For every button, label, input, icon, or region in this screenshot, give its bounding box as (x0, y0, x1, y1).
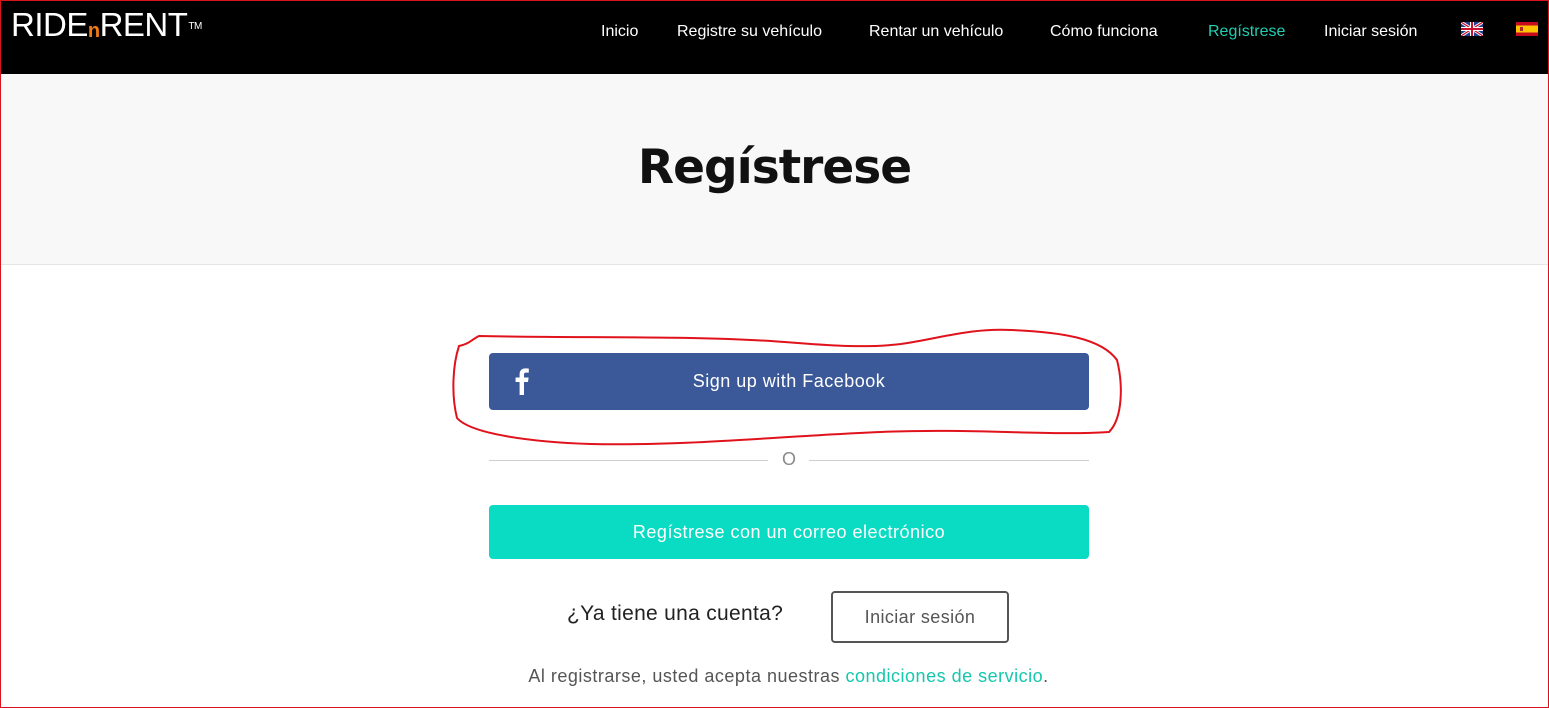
nav-link-inicio[interactable]: Inicio (601, 21, 638, 43)
nav-link-registre-vehiculo[interactable]: Registre su vehículo (677, 21, 822, 43)
separator-line-right (809, 460, 1089, 461)
spanish-flag-icon[interactable] (1516, 22, 1538, 36)
terms-suffix: . (1043, 666, 1049, 686)
terms-notice: Al registrarse, usted acepta nuestras co… (1, 666, 1548, 687)
hero-banner: Regístrese (1, 74, 1548, 265)
english-flag-icon[interactable] (1461, 22, 1483, 36)
uk-flag-graphic (1461, 22, 1483, 36)
terms-of-service-link[interactable]: condiciones de servicio (846, 666, 1044, 686)
top-nav-bar: RIDEnRENTTM Inicio Registre su vehículo … (1, 1, 1548, 74)
spain-flag-graphic (1516, 22, 1538, 36)
email-signup-button[interactable]: Regístrese con un correo electrónico (489, 505, 1089, 559)
main-nav: Inicio Registre su vehículo Rentar un ve… (1, 21, 1548, 43)
separator-text: O (781, 449, 796, 469)
facebook-signup-button[interactable]: Sign up with Facebook (489, 353, 1089, 410)
login-button[interactable]: Iniciar sesión (831, 591, 1009, 643)
page-frame: RIDEnRENTTM Inicio Registre su vehículo … (0, 0, 1549, 708)
terms-prefix: Al registrarse, usted acepta nuestras (528, 666, 840, 686)
nav-link-registrese[interactable]: Regístrese (1208, 21, 1285, 43)
facebook-signup-label: Sign up with Facebook (692, 371, 886, 391)
separator-line-left (489, 460, 768, 461)
nav-link-rentar-vehiculo[interactable]: Rentar un vehículo (869, 21, 1003, 43)
page-title: Regístrese (637, 140, 912, 195)
nav-link-como-funciona[interactable]: Cómo funciona (1050, 21, 1158, 43)
account-question: ¿Ya tiene una cuenta? (567, 602, 784, 625)
nav-link-iniciar-sesion[interactable]: Iniciar sesión (1324, 21, 1417, 43)
